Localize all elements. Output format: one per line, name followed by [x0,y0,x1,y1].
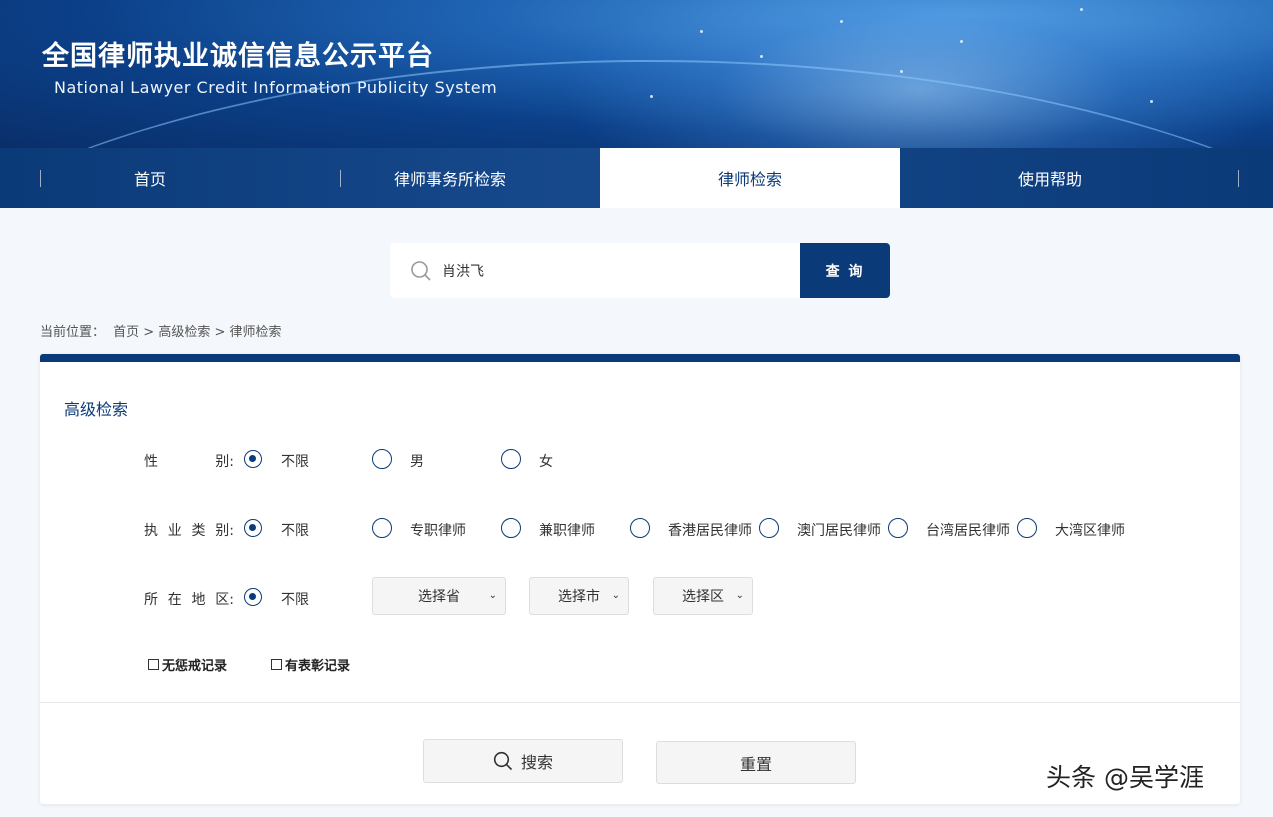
nav-item-home[interactable]: 首页 [0,148,300,208]
chevron-down-icon: ⌄ [735,590,744,601]
gender-label: 性 别: [144,451,234,471]
breadcrumb-prefix: 当前位置： [40,325,106,340]
gender-radio-female[interactable] [501,449,521,469]
practice-option-macau: 澳门居民律师 [797,523,881,539]
panel-divider [40,702,1240,703]
gender-label-part: 性 [144,454,158,470]
query-button[interactable]: 查 询 [800,243,890,298]
practice-label-part: 执 [144,523,158,539]
region-label-part: 区: [215,592,234,608]
practice-radio-greater-bay[interactable] [1017,518,1037,538]
nav-item-help[interactable]: 使用帮助 [900,148,1200,208]
gender-label-part: 别: [215,454,234,470]
checkbox-box[interactable] [148,659,159,670]
practice-option-taiwan: 台湾居民律师 [926,523,1010,539]
practice-option-full-time: 专职律师 [410,523,466,539]
star-dot [760,55,763,58]
city-select-value: 选择市 [558,589,600,605]
no-discipline-checkbox[interactable]: 无惩戒记录 [148,655,227,674]
commendation-label: 有表彰记录 [285,659,351,674]
search-button-label: 搜索 [520,753,553,772]
gender-radio-any[interactable] [244,450,262,468]
search-box [390,243,800,298]
chevron-down-icon: ⌄ [611,590,620,601]
advanced-search-panel: 高级检索 性 别: 不限 男 女 执 业 类 别: 不限 专职律师 兼职律师 香… [40,354,1240,804]
practice-label-part: 业 [167,523,182,539]
practice-radio-macau[interactable] [759,518,779,538]
practice-type-label: 执 业 类 别: [144,520,234,540]
star-dot [1080,8,1083,11]
practice-radio-part-time[interactable] [501,518,521,538]
practice-option-hong-kong: 香港居民律师 [668,523,752,539]
gender-option-any: 不限 [281,454,309,470]
star-dot [1150,100,1153,103]
district-select-value: 选择区 [682,589,724,605]
practice-radio-hong-kong[interactable] [630,518,650,538]
search-button[interactable]: 搜索 [423,739,623,783]
star-dot [900,70,903,73]
province-select-value: 选择省 [418,589,460,605]
watermark: 头条 @吴学涯 [1046,763,1204,792]
region-label-part: 地 [191,592,206,608]
site-header: 全国律师执业诚信信息公示平台 National Lawyer Credit In… [0,0,1273,148]
region-label-part: 在 [167,592,182,608]
reset-button[interactable]: 重置 [656,741,856,784]
gender-option-male: 男 [410,454,424,470]
practice-option-greater-bay: 大湾区律师 [1055,523,1125,539]
nav-separator [1238,170,1239,187]
city-select[interactable]: 选择市 ⌄ [529,577,629,615]
breadcrumb-path: 首页 > 高级检索 > 律师检索 [113,325,282,340]
star-dot [700,30,703,33]
practice-radio-taiwan[interactable] [888,518,908,538]
main-nav: 首页 律师事务所检索 律师检索 使用帮助 [0,148,1273,208]
no-discipline-label: 无惩戒记录 [162,659,228,674]
region-label: 所 在 地 区: [144,589,234,609]
nav-item-lawyer-search[interactable]: 律师检索 [600,148,900,208]
search-icon [411,260,431,281]
panel-title: 高级检索 [64,400,129,419]
star-dot [650,95,653,98]
commendation-checkbox[interactable]: 有表彰记录 [271,655,350,674]
practice-option-any: 不限 [281,523,309,539]
breadcrumb: 当前位置： 首页 > 高级检索 > 律师检索 [40,321,285,340]
practice-radio-any[interactable] [244,519,262,537]
practice-radio-full-time[interactable] [372,518,392,538]
district-select[interactable]: 选择区 ⌄ [653,577,753,615]
region-option-any: 不限 [281,592,309,608]
region-label-part: 所 [144,592,158,608]
star-dot [840,20,843,23]
region-radio-any[interactable] [244,588,262,606]
nav-item-law-firm-search[interactable]: 律师事务所检索 [300,148,600,208]
reset-button-label: 重置 [739,754,772,774]
search-icon [493,751,513,771]
province-select[interactable]: 选择省 ⌄ [372,577,506,615]
site-subtitle: National Lawyer Credit Information Publi… [54,78,498,97]
search-input[interactable] [440,261,784,280]
site-title: 全国律师执业诚信信息公示平台 [42,41,434,72]
practice-label-part: 类 [191,523,206,539]
gender-radio-male[interactable] [372,449,392,469]
practice-option-part-time: 兼职律师 [539,523,595,539]
checkbox-box[interactable] [271,659,282,670]
practice-label-part: 别: [215,523,234,539]
star-dot [960,40,963,43]
chevron-down-icon: ⌄ [488,590,497,601]
gender-option-female: 女 [539,454,553,470]
